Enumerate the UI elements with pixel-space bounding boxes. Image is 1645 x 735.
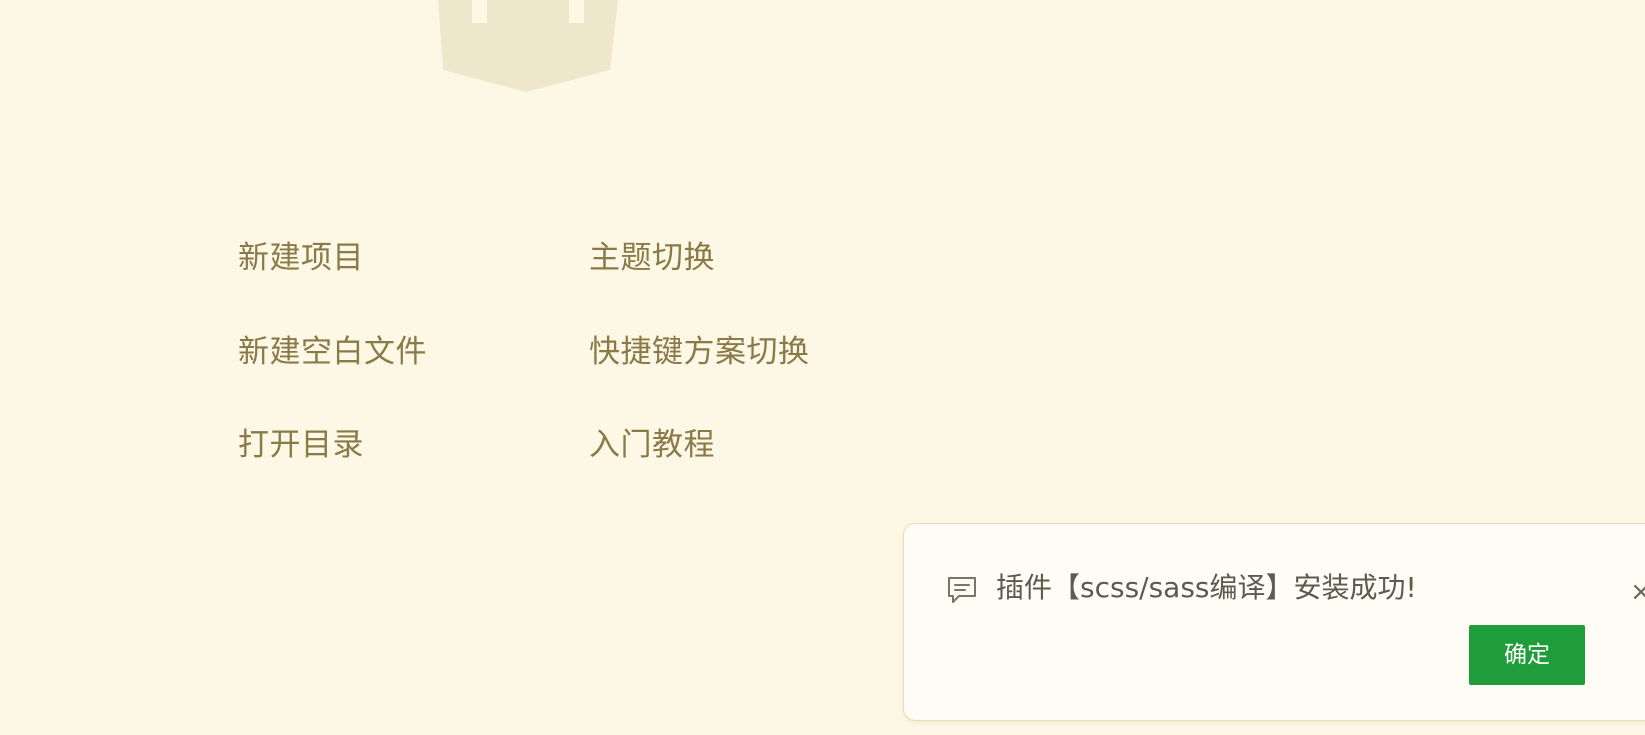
notification-toast: 插件【scss/sass编译】安装成功! × 确定 bbox=[903, 523, 1645, 721]
open-directory-link[interactable]: 打开目录 bbox=[238, 425, 364, 465]
new-blank-file-link[interactable]: 新建空白文件 bbox=[238, 332, 427, 372]
app-logo-icon bbox=[438, 0, 618, 92]
confirm-button[interactable]: 确定 bbox=[1469, 625, 1585, 685]
keymap-switch-link[interactable]: 快捷键方案切换 bbox=[589, 332, 810, 372]
message-icon bbox=[948, 577, 976, 603]
getting-started-tutorial-link[interactable]: 入门教程 bbox=[589, 425, 715, 465]
close-icon[interactable]: × bbox=[1620, 572, 1645, 612]
welcome-page: 新建项目 主题切换 新建空白文件 快捷键方案切换 打开目录 入门教程 插件【sc… bbox=[0, 0, 1645, 735]
theme-switch-link[interactable]: 主题切换 bbox=[589, 238, 715, 278]
notification-message: 插件【scss/sass编译】安装成功! bbox=[996, 571, 1417, 604]
new-project-link[interactable]: 新建项目 bbox=[238, 238, 364, 278]
